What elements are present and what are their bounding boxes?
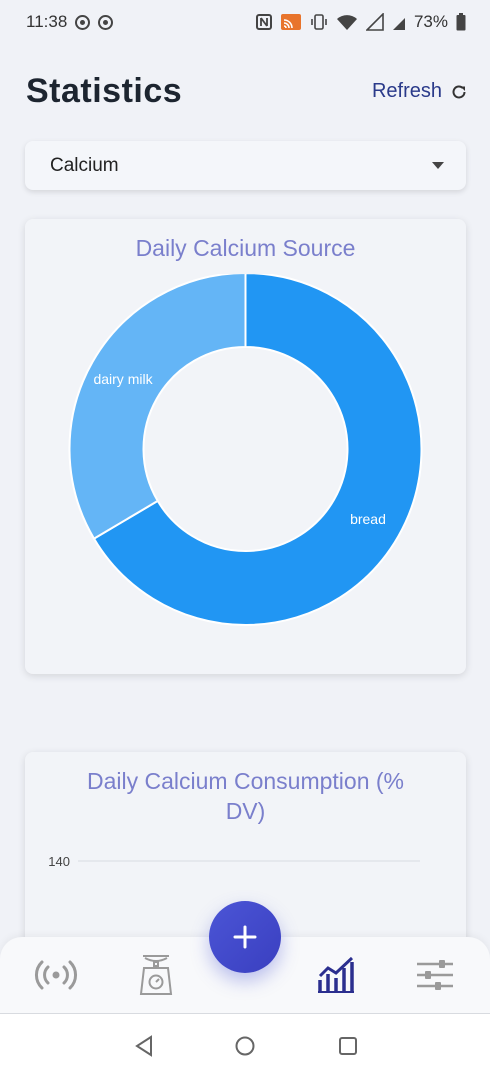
source-chart-card: Daily Calcium Source bread dairy milk <box>25 219 466 674</box>
status-time: 11:38 <box>26 12 68 31</box>
status-bar: 11:38 73% <box>0 0 490 44</box>
y-tick-label: 140 <box>48 854 70 869</box>
refresh-label: Refresh <box>371 80 442 102</box>
source-chart-title: Daily Calcium Source <box>135 235 356 261</box>
home-icon[interactable] <box>234 1034 256 1058</box>
battery-percent: 73% <box>413 12 448 31</box>
refresh-icon <box>452 84 466 98</box>
donut-slice-dairy-milk <box>68 274 247 540</box>
nav-statistics[interactable] <box>312 953 360 997</box>
nav-settings[interactable] <box>411 953 459 997</box>
nutrient-selected: Calcium <box>50 154 119 176</box>
system-nav-bar <box>0 1013 490 1080</box>
donut-label: dairy milk <box>93 371 153 387</box>
record-icon <box>98 14 114 30</box>
cast-icon <box>280 14 301 30</box>
nav-scale[interactable] <box>132 953 180 997</box>
nfc-icon <box>255 14 272 30</box>
caret-down-icon <box>432 162 444 169</box>
source-donut-chart: bread dairy milk <box>68 274 423 626</box>
wifi-icon <box>336 15 357 30</box>
nutrient-dropdown[interactable]: Calcium <box>25 141 466 190</box>
nav-broadcast[interactable] <box>32 953 80 997</box>
status-left: 11:38 <box>26 12 114 32</box>
chart-icon <box>318 956 354 993</box>
recents-icon[interactable] <box>337 1034 359 1058</box>
signal-icon <box>365 13 384 31</box>
record-icon <box>75 14 91 30</box>
vibrate-icon <box>311 14 327 30</box>
sliders-icon <box>417 960 453 990</box>
signal-icon <box>392 18 405 30</box>
status-right: 73% <box>255 12 466 32</box>
add-icon <box>233 925 257 949</box>
consumption-chart-title: Daily Calcium Consumption (% DV) <box>87 768 404 824</box>
add-button[interactable] <box>209 901 281 973</box>
scale-icon <box>139 955 173 995</box>
broadcast-icon <box>35 960 77 990</box>
battery-icon <box>456 13 466 31</box>
donut-label: bread <box>350 511 386 527</box>
back-icon[interactable] <box>133 1034 155 1058</box>
page-title: Statistics <box>26 72 183 110</box>
refresh-button[interactable]: Refresh <box>372 80 468 103</box>
